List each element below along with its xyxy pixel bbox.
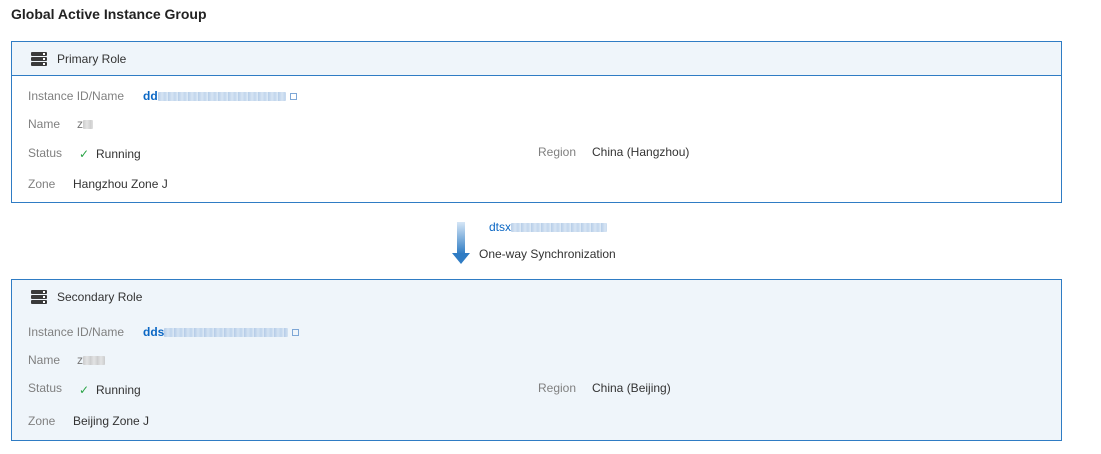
primary-region-label: Region [538, 145, 577, 159]
secondary-instance-id-prefix: dds [143, 325, 165, 339]
redacted-name [83, 356, 105, 366]
secondary-region-value: China (Beijing) [592, 381, 671, 395]
secondary-zone-value: Beijing Zone J [73, 414, 150, 428]
primary-region-value: China (Hangzhou) [592, 145, 690, 159]
secondary-status-label: Status [28, 381, 63, 395]
secondary-zone-label: Zone [28, 414, 56, 428]
secondary-instance-link[interactable]: dds [143, 325, 300, 339]
secondary-name-label: Name [28, 353, 61, 367]
server-icon [31, 51, 47, 66]
secondary-role-card: Secondary Role Instance ID/Name dds Name… [11, 279, 1062, 441]
down-arrow-icon [452, 222, 470, 264]
redacted-task-id [511, 223, 608, 233]
redacted-instance-id [157, 92, 286, 102]
primary-role-title: Primary Role [57, 51, 127, 66]
page-title: Global Active Instance Group [11, 6, 207, 22]
primary-instance-id-prefix: dd [143, 89, 158, 103]
redacted-instance-id [164, 328, 289, 338]
external-link-icon[interactable] [292, 329, 300, 337]
secondary-region-label: Region [538, 381, 577, 395]
external-link-icon[interactable] [289, 93, 297, 101]
primary-role-header: Primary Role [12, 42, 1061, 76]
primary-zone-label: Zone [28, 177, 56, 191]
primary-status-label: Status [28, 146, 63, 160]
primary-name-value: z [77, 117, 93, 131]
secondary-role-header: Secondary Role [12, 280, 1061, 314]
sync-task-link[interactable]: dtsx [489, 220, 608, 234]
secondary-instance-label: Instance ID/Name [28, 325, 125, 339]
sync-mode-label: One-way Synchronization [479, 247, 616, 261]
server-icon [31, 290, 47, 304]
secondary-status-value: Running [96, 383, 141, 397]
primary-instance-link[interactable]: dd [143, 89, 297, 103]
primary-instance-label: Instance ID/Name [28, 89, 125, 103]
sync-task-id-prefix: dtsx [489, 220, 512, 234]
secondary-name-value: z [77, 353, 105, 367]
redacted-name [83, 120, 93, 130]
primary-role-card: Primary Role Instance ID/Name dd Name z … [11, 41, 1062, 203]
check-icon: ✓ [79, 147, 90, 161]
primary-status-value: Running [96, 147, 141, 161]
primary-name-label: Name [28, 117, 61, 131]
secondary-role-title: Secondary Role [57, 290, 143, 304]
global-active-instance-group-page: Global Active Instance Group Primary Rol… [0, 0, 1101, 454]
primary-zone-value: Hangzhou Zone J [73, 177, 168, 191]
check-icon: ✓ [79, 383, 90, 397]
